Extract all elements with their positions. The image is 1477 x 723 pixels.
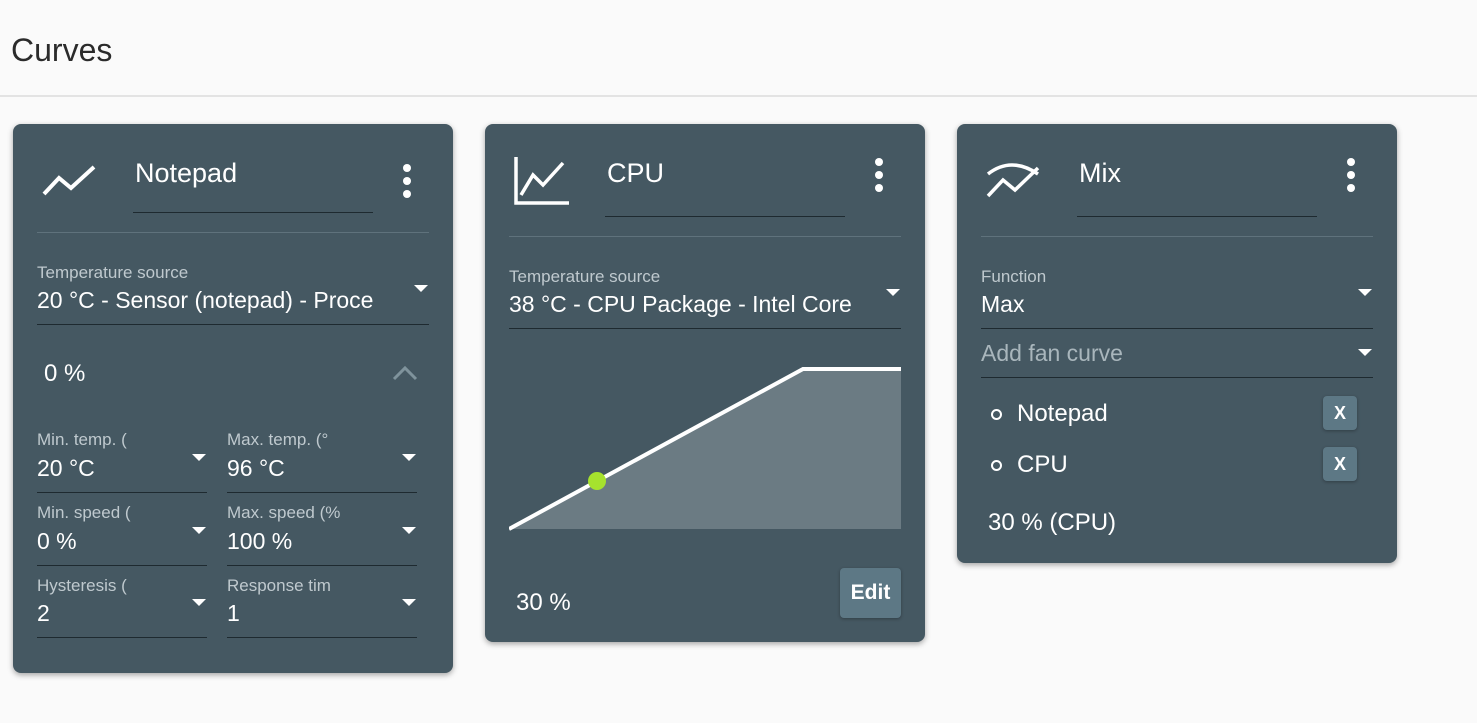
curve-name-value: Notepad bbox=[135, 158, 238, 188]
remove-curve-button[interactable]: X bbox=[1323, 396, 1357, 430]
min-speed-select[interactable]: Min. speed ( 0 % bbox=[37, 500, 207, 566]
curve-card-mix: Mix Function Max Add fan curve Notepad X… bbox=[957, 124, 1397, 563]
more-options-icon[interactable] bbox=[397, 161, 417, 201]
chevron-down-icon bbox=[886, 289, 900, 296]
min-temp-label: Min. temp. ( bbox=[37, 430, 127, 449]
chevron-down-icon bbox=[402, 454, 416, 461]
fan-curve-graph[interactable] bbox=[509, 364, 901, 534]
chevron-down-icon bbox=[402, 527, 416, 534]
function-select[interactable]: Function Max bbox=[981, 264, 1373, 329]
max-speed-label: Max. speed (% bbox=[227, 503, 341, 522]
curve-name-input[interactable]: CPU bbox=[605, 154, 845, 217]
max-speed-value: 100 % bbox=[227, 528, 293, 554]
min-speed-value: 0 % bbox=[37, 528, 77, 554]
hysteresis-value: 2 bbox=[37, 600, 50, 626]
add-fan-curve-placeholder: Add fan curve bbox=[981, 340, 1123, 366]
curve-card-cpu: CPU Temperature source 38 °C - CPU Packa… bbox=[485, 124, 925, 642]
curve-name-input[interactable]: Notepad bbox=[133, 154, 373, 213]
speed-value: 30 % (CPU) bbox=[988, 509, 1117, 536]
divider bbox=[37, 232, 429, 233]
temperature-source-value: 20 °C - Sensor (notepad) - Proce bbox=[37, 287, 374, 313]
chevron-down-icon bbox=[414, 285, 428, 292]
speed-value: 0 % bbox=[44, 360, 86, 387]
mixed-curve-name: Notepad bbox=[1017, 400, 1108, 427]
curve-name-value: CPU bbox=[607, 158, 665, 188]
edit-button[interactable]: Edit bbox=[840, 568, 901, 618]
trend-line-icon bbox=[42, 165, 96, 196]
divider bbox=[981, 236, 1373, 237]
mixed-curve-name: CPU bbox=[1017, 451, 1068, 478]
function-label: Function bbox=[981, 267, 1047, 286]
min-temp-select[interactable]: Min. temp. ( 20 °C bbox=[37, 427, 207, 493]
page-title: Curves bbox=[11, 32, 113, 68]
mix-curves-icon bbox=[986, 163, 1040, 198]
response-time-select[interactable]: Response tim 1 bbox=[227, 572, 417, 638]
temperature-source-label: Temperature source bbox=[509, 267, 661, 286]
curve-card-notepad: Notepad Temperature source 20 °C - Senso… bbox=[13, 124, 453, 673]
curve-area bbox=[509, 369, 901, 529]
chevron-down-icon bbox=[1358, 289, 1372, 296]
chevron-down-icon bbox=[402, 599, 416, 606]
max-temp-label: Max. temp. (° bbox=[227, 430, 329, 449]
temperature-source-value: 38 °C - CPU Package - Intel Core bbox=[509, 291, 852, 317]
list-bullet bbox=[991, 460, 1002, 471]
chevron-down-icon bbox=[192, 527, 206, 534]
chevron-down-icon bbox=[192, 599, 206, 606]
add-fan-curve-select[interactable]: Add fan curve bbox=[981, 338, 1373, 378]
chevron-down-icon bbox=[1358, 349, 1372, 356]
hysteresis-select[interactable]: Hysteresis ( 2 bbox=[37, 572, 207, 638]
max-temp-select[interactable]: Max. temp. (° 96 °C bbox=[227, 427, 417, 493]
speed-value: 30 % bbox=[516, 589, 571, 616]
page-header: Curves bbox=[0, 0, 1477, 97]
chevron-up-icon[interactable] bbox=[391, 364, 419, 382]
hysteresis-label: Hysteresis ( bbox=[37, 576, 127, 595]
curve-name-input[interactable]: Mix bbox=[1077, 154, 1317, 217]
response-time-label: Response tim bbox=[227, 576, 331, 595]
min-speed-label: Min. speed ( bbox=[37, 503, 131, 522]
temperature-source-select[interactable]: Temperature source 38 °C - CPU Package -… bbox=[509, 264, 901, 329]
more-options-icon[interactable] bbox=[869, 155, 889, 195]
min-temp-value: 20 °C bbox=[37, 455, 95, 481]
list-bullet bbox=[991, 409, 1002, 420]
divider bbox=[509, 236, 901, 237]
more-options-icon[interactable] bbox=[1341, 155, 1361, 195]
remove-curve-button[interactable]: X bbox=[1323, 447, 1357, 481]
temperature-source-select[interactable]: Temperature source 20 °C - Sensor (notep… bbox=[37, 260, 429, 325]
max-temp-value: 96 °C bbox=[227, 455, 285, 481]
max-speed-select[interactable]: Max. speed (% 100 % bbox=[227, 500, 417, 566]
graph-icon bbox=[514, 157, 569, 205]
temperature-source-label: Temperature source bbox=[37, 263, 189, 282]
curve-name-value: Mix bbox=[1079, 158, 1121, 188]
chevron-down-icon bbox=[192, 454, 206, 461]
function-value: Max bbox=[981, 291, 1025, 317]
current-point-marker bbox=[588, 472, 606, 490]
response-time-value: 1 bbox=[227, 600, 240, 626]
